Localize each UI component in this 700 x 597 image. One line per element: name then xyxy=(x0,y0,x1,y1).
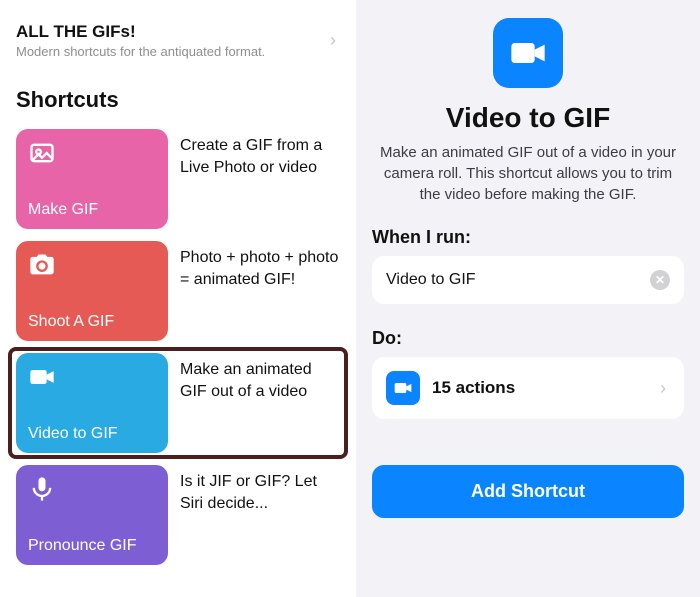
detail-description: Make an animated GIF out of a video in y… xyxy=(372,142,684,205)
shortcut-desc: Is it JIF or GIF? Let Siri decide... xyxy=(180,465,340,565)
shortcut-desc: Make an animated GIF out of a video xyxy=(180,353,340,453)
shortcuts-list: Make GIF Create a GIF from a Live Photo … xyxy=(12,123,344,571)
detail-pane: Video to GIF Make an animated GIF out of… xyxy=(356,0,700,597)
shortcut-row-make-gif[interactable]: Make GIF Create a GIF from a Live Photo … xyxy=(12,123,344,235)
shortcut-app-icon xyxy=(493,18,563,88)
shortcut-tile: Pronounce GIF xyxy=(16,465,168,565)
shortcut-label: Pronounce GIF xyxy=(28,537,156,555)
do-card[interactable]: 15 actions › xyxy=(372,357,684,419)
add-shortcut-button[interactable]: Add Shortcut xyxy=(372,465,684,518)
do-label: Do: xyxy=(372,328,684,349)
shortcut-tile: Video to GIF xyxy=(16,353,168,453)
shortcut-label: Video to GIF xyxy=(28,425,156,443)
chevron-right-icon: › xyxy=(326,30,340,51)
shortcut-label: Shoot A GIF xyxy=(28,313,156,331)
section-title: Shortcuts xyxy=(16,87,344,113)
when-i-run-field[interactable]: Video to GIF ✕ xyxy=(372,256,684,304)
shortcut-label: Make GIF xyxy=(28,201,156,219)
gallery-header-texts: ALL THE GIFs! Modern shortcuts for the a… xyxy=(16,22,326,59)
gallery-subtitle: Modern shortcuts for the antiquated form… xyxy=(16,44,326,59)
when-i-run-label: When I run: xyxy=(372,227,684,248)
shortcut-row-shoot-a-gif[interactable]: Shoot A GIF Photo + photo + photo = anim… xyxy=(12,235,344,347)
shortcut-desc: Create a GIF from a Live Photo or video xyxy=(180,129,340,229)
when-i-run-value: Video to GIF xyxy=(386,271,476,289)
gallery-header[interactable]: ALL THE GIFs! Modern shortcuts for the a… xyxy=(12,18,344,73)
detail-title: Video to GIF xyxy=(372,102,684,134)
gallery-title: ALL THE GIFs! xyxy=(16,22,326,42)
video-icon xyxy=(28,363,156,396)
shortcut-desc: Photo + photo + photo = animated GIF! xyxy=(180,241,340,341)
camera-icon xyxy=(28,251,156,284)
shortcut-tile: Shoot A GIF xyxy=(16,241,168,341)
microphone-icon xyxy=(28,475,156,508)
video-icon xyxy=(386,371,420,405)
gallery-pane: ALL THE GIFs! Modern shortcuts for the a… xyxy=(0,0,356,597)
shortcut-row-video-to-gif[interactable]: Video to GIF Make an animated GIF out of… xyxy=(8,347,348,459)
shortcut-tile: Make GIF xyxy=(16,129,168,229)
clear-icon[interactable]: ✕ xyxy=(650,270,670,290)
shortcut-row-pronounce-gif[interactable]: Pronounce GIF Is it JIF or GIF? Let Siri… xyxy=(12,459,344,571)
photo-icon xyxy=(28,139,156,172)
chevron-right-icon: › xyxy=(656,378,670,399)
video-icon xyxy=(508,33,548,73)
actions-count: 15 actions xyxy=(432,378,644,398)
